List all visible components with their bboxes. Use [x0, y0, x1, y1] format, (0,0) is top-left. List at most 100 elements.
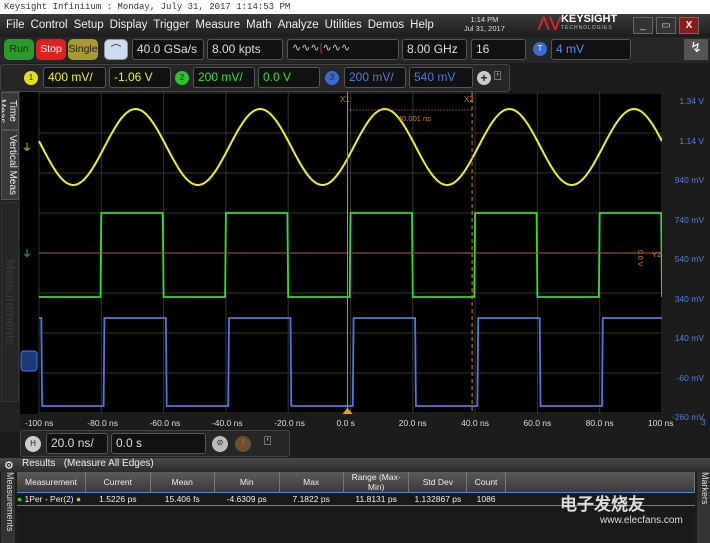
ch3-scale-field[interactable]: 200 mV/ [344, 67, 406, 88]
logo-wave-icon: ⋀⋁ [538, 14, 561, 30]
brand-name: KEYSIGHT [560, 13, 618, 25]
col-measurement[interactable]: Measurement [17, 472, 86, 493]
run-button[interactable]: Run [4, 39, 34, 60]
waveform-graticule: ⏚⏚ [20, 92, 663, 414]
time-scale-field[interactable]: 20.0 ns/ [46, 433, 108, 454]
pin-icon[interactable]: ⍞ [494, 69, 501, 84]
clock-date: Jul 31, 2017 [464, 24, 505, 33]
keysight-logo: ⋀⋁ KEYSIGHT TECHNOLOGIES [538, 13, 618, 32]
cell-min: -4.6309 ps [214, 492, 279, 506]
close-button[interactable]: X [679, 17, 699, 34]
cursor-y2-label[interactable]: Y2 [652, 250, 661, 259]
ch2-scale-field[interactable]: 200 mV/ [193, 67, 255, 88]
ch2-badge[interactable]: 2 [175, 71, 189, 85]
trigger-level-field[interactable]: 4 mV [551, 39, 631, 60]
y-tick-label: 540 mV [674, 254, 704, 264]
results-header: Results (Measure All Edges) [0, 458, 710, 472]
y-tick-label: 1.14 V [679, 135, 704, 146]
col-mean[interactable]: Mean [150, 472, 215, 493]
x-tick-label: 100 ns [648, 418, 674, 428]
ch3-offset-field[interactable]: 540 mV [409, 67, 473, 88]
x-tick-label: -20.0 ns [274, 418, 305, 428]
y-tick-label: 940 mV [674, 175, 704, 185]
tab-measurements[interactable]: Measurements [1, 202, 19, 402]
menu-demos[interactable]: Demos [368, 19, 404, 31]
ch1-scale-field[interactable]: 400 mV/ [43, 67, 106, 88]
tab-markers[interactable]: Markers [697, 472, 710, 543]
maximize-button[interactable]: ▭ [656, 17, 676, 34]
gear-icon[interactable]: ⚙ [4, 459, 14, 472]
autoscale-icon[interactable]: ⌒ [104, 39, 128, 60]
cursor-x1-label[interactable]: X1 [340, 95, 350, 104]
menu-analyze[interactable]: Analyze [278, 19, 319, 31]
watermark-logo: 电子发烧友 [560, 490, 645, 515]
horizontal-knob-icon[interactable]: ⁞ [235, 436, 251, 452]
menu-help[interactable]: Help [410, 19, 434, 31]
cell-std-dev: 1.132867 ps [408, 492, 467, 506]
menu-utilities[interactable]: Utilities [325, 19, 362, 31]
pin-icon[interactable]: ⍞ [264, 434, 271, 449]
x-tick-label: 60.0 ns [523, 418, 552, 428]
x-tick-label: 40.0 ns [461, 418, 489, 428]
col-current[interactable]: Current [85, 472, 151, 493]
col-min[interactable]: Min [214, 472, 280, 493]
cursor-delta-readout: 40.001 ns [398, 114, 431, 123]
menu-file[interactable]: File [6, 19, 25, 31]
zoom-mode-icon[interactable]: ↯ [684, 39, 708, 60]
x-tick-label: 20.0 ns [398, 418, 427, 428]
side-tabs: Time Meas Vertical Meas Measurements [0, 92, 20, 432]
reference-icon[interactable]: ⊘ [212, 436, 228, 452]
single-button[interactable]: Single [68, 39, 98, 60]
bandwidth-field[interactable]: 8.00 GHz [402, 39, 467, 60]
y-tick-label: 140 mV [674, 333, 704, 343]
menu-setup[interactable]: Setup [74, 19, 104, 31]
averages-field[interactable]: 16 [471, 39, 526, 60]
y-tick-label: 740 mV [674, 214, 704, 225]
measurement-name: 1Per - Per(2) [24, 494, 74, 504]
y-tick-label: -260 mV [671, 412, 704, 422]
tab-measurements-bottom[interactable]: Measurements [1, 472, 15, 543]
ch2-waveform [39, 212, 663, 298]
col-range[interactable]: Range (Max-Min) [343, 472, 410, 493]
x-tick-label: -80.0 ns [87, 418, 119, 428]
menu-control[interactable]: Control [31, 19, 68, 31]
cell-current: 1.5226 ps [85, 492, 151, 506]
col-std-dev[interactable]: Std Dev [408, 472, 468, 493]
stop-button[interactable]: Stop [36, 39, 66, 60]
watermark-cn: 电子发烧友 [560, 495, 645, 514]
x-tick-label: 80.0 ns [585, 418, 614, 428]
minimize-button[interactable]: _ [633, 17, 653, 34]
y-tick-label: -60 mV [676, 372, 704, 383]
tab-time-meas[interactable]: Time Meas [1, 92, 19, 130]
menu-math[interactable]: Math [246, 19, 272, 31]
add-channel-icon[interactable]: + [477, 71, 491, 85]
cursor-x2-label[interactable]: X2 [464, 95, 474, 104]
horizontal-badge[interactable]: H [25, 436, 41, 452]
menu-trigger[interactable]: Trigger [153, 19, 189, 31]
watermark-url: www.elecfans.com [600, 515, 683, 526]
memory-depth-field[interactable]: 8.00 kpts [207, 39, 283, 60]
x-tick-label: -100 ns [25, 418, 54, 428]
menu-display[interactable]: Display [110, 19, 148, 31]
waveform-display[interactable]: ⏚ ⏚ [20, 92, 663, 414]
col-max[interactable]: Max [279, 472, 344, 493]
x-tick-label: 0.0 s [336, 418, 355, 428]
ch3-ground-icon [20, 350, 38, 372]
time-position-field[interactable]: 0.0 s [111, 433, 206, 454]
menu-measure[interactable]: Measure [195, 19, 240, 31]
ch2-offset-field[interactable]: 0.0 V [258, 67, 320, 88]
cell-measurement: ● 1Per - Per(2) ● [17, 492, 86, 506]
ch2-ground-icon: ⏚ [22, 248, 32, 260]
col-count[interactable]: Count [466, 472, 506, 493]
tab-vertical-meas[interactable]: Vertical Meas [1, 130, 19, 200]
trigger-position-preview[interactable]: ∿∿∿|∿∿∿ [287, 39, 399, 60]
ch1-badge[interactable]: 1 [24, 71, 38, 85]
results-subtitle: (Measure All Edges) [63, 458, 154, 469]
results-title: Results [22, 458, 56, 469]
ch3-badge[interactable]: 3 [325, 71, 339, 85]
cursor-y-readout: 0.0 V [636, 250, 643, 267]
sample-rate-field[interactable]: 40.0 GSa/s [132, 39, 204, 60]
trigger-badge[interactable]: T [533, 42, 547, 56]
cell-max: 7.1822 ps [279, 492, 344, 506]
ch1-offset-field[interactable]: -1.06 V [109, 67, 171, 88]
